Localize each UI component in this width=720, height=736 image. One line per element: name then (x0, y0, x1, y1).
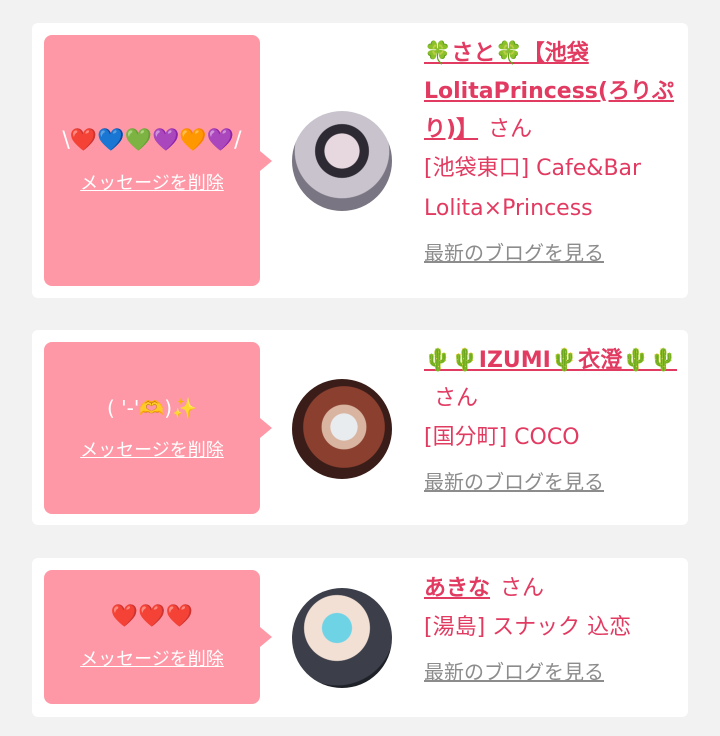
delete-message-link[interactable]: メッセージを削除 (80, 436, 224, 462)
honorific: さん (434, 386, 479, 411)
profile-name-link[interactable]: 🍀さと🍀【池袋LolitaPrincess(ろりぷり)】 (424, 41, 674, 142)
profile-info: 🌵🌵IZUMI🌵衣澄🌵🌵 さん [国分町] COCO 最新のブログを見る (424, 342, 680, 495)
name-line: 🍀さと🍀【池袋LolitaPrincess(ろりぷり)】 さん (424, 35, 680, 149)
message-bubble: \❤️💙💚💜🧡💜/ メッセージを削除 (44, 35, 272, 286)
delete-message-link[interactable]: メッセージを削除 (80, 169, 224, 195)
message-card: ( '-'🫶)✨ メッセージを削除 🌵🌵IZUMI🌵衣澄🌵🌵 さん [国分町] C… (32, 330, 688, 525)
message-text: ( '-'🫶)✨ (107, 396, 197, 420)
latest-blog-link[interactable]: 最新のブログを見る (424, 656, 604, 685)
avatar[interactable] (292, 111, 392, 211)
message-card: ❤️❤️❤️ メッセージを削除 あきな さん [湯島] スナック 込恋 最新のブロ… (32, 558, 688, 717)
message-card: \❤️💙💚💜🧡💜/ メッセージを削除 🍀さと🍀【池袋LolitaPrincess… (32, 23, 688, 298)
profile-info: 🍀さと🍀【池袋LolitaPrincess(ろりぷり)】 さん [池袋東口] Ca… (424, 35, 680, 266)
latest-blog-link[interactable]: 最新のブログを見る (424, 466, 604, 495)
avatar[interactable] (292, 379, 392, 479)
name-line: 🌵🌵IZUMI🌵衣澄🌵🌵 さん (424, 342, 680, 418)
profile-info: あきな さん [湯島] スナック 込恋 最新のブログを見る (424, 570, 680, 685)
message-bubble: ❤️❤️❤️ メッセージを削除 (44, 570, 272, 704)
message-text: ❤️❤️❤️ (110, 604, 194, 629)
profile-name-link[interactable]: あきな (424, 576, 490, 601)
message-bubble: ( '-'🫶)✨ メッセージを削除 (44, 342, 272, 514)
delete-message-link[interactable]: メッセージを削除 (80, 645, 224, 671)
avatar[interactable] (292, 588, 392, 688)
message-text: \❤️💙💚💜🧡💜/ (62, 127, 242, 153)
profile-name-link[interactable]: 🌵🌵IZUMI🌵衣澄🌵🌵 (424, 348, 677, 373)
shop-name: [国分町] COCO (424, 425, 580, 450)
honorific: さん (488, 117, 533, 142)
latest-blog-link[interactable]: 最新のブログを見る (424, 237, 604, 266)
name-line: あきな さん (424, 570, 680, 608)
shop-name: [湯島] スナック 込恋 (424, 615, 632, 640)
honorific: さん (500, 576, 545, 601)
shop-name: [池袋東口] Cafe&Bar Lolita×Princess (424, 156, 642, 221)
